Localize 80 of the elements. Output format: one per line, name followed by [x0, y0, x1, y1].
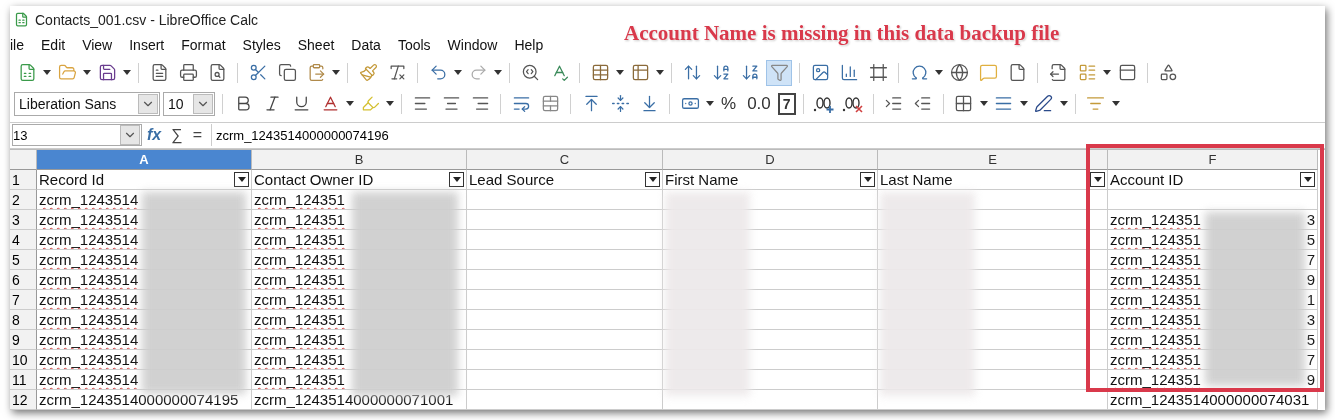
table-header: Lead Source	[469, 171, 555, 188]
row-number: 9	[10, 330, 37, 350]
number-format-button[interactable]: 0.0	[743, 90, 775, 117]
autofilter-icon[interactable]	[766, 59, 792, 86]
row-number: 10	[10, 350, 37, 370]
filter-dropdown-button[interactable]	[1090, 172, 1105, 187]
menu-item[interactable]: ile	[10, 37, 35, 54]
row-number: 8	[10, 310, 37, 330]
menu-item[interactable]: Data	[351, 37, 392, 54]
formula-input[interactable]: zcrm_1243514000000074196	[211, 124, 1325, 147]
caret-icon	[1303, 177, 1312, 182]
caret-icon	[452, 177, 461, 182]
row-number: 5	[10, 250, 37, 270]
caret-icon[interactable]	[1019, 100, 1028, 107]
caret-icon[interactable]	[83, 69, 91, 76]
caret-icon	[1093, 177, 1102, 182]
row-number: 1	[10, 170, 37, 190]
menu-item[interactable]: View	[82, 37, 124, 54]
caret-icon[interactable]	[123, 69, 131, 76]
filter-dropdown-button[interactable]	[234, 172, 249, 187]
column-header[interactable]: D	[663, 150, 878, 170]
row-number: 11	[10, 370, 37, 390]
row-number: 6	[10, 270, 37, 290]
menu-item[interactable]: Edit	[41, 37, 77, 54]
menu-item[interactable]: Styles	[242, 37, 292, 54]
formula-button[interactable]: fx	[142, 126, 167, 145]
menu-item[interactable]: Insert	[129, 37, 176, 54]
caret-icon[interactable]	[332, 69, 340, 76]
row-number: 3	[10, 210, 37, 230]
column-header[interactable]: C	[467, 150, 663, 170]
row-number: 7	[10, 290, 37, 310]
number-format-button[interactable]: %	[717, 90, 741, 117]
caret-icon[interactable]	[346, 100, 354, 107]
menu-item[interactable]: Tools	[397, 37, 442, 54]
row-number: 4	[10, 230, 37, 250]
row-number: 2	[10, 190, 37, 210]
caret-icon[interactable]	[979, 100, 988, 107]
font-size-field[interactable]: 10	[163, 91, 215, 116]
caret-icon[interactable]	[656, 69, 664, 76]
column-header[interactable]: A	[37, 150, 252, 170]
caret-icon[interactable]	[494, 69, 502, 76]
table-header: Account ID	[1110, 171, 1184, 188]
caret-icon[interactable]	[1111, 100, 1120, 107]
number-format-button[interactable]: 7	[777, 92, 796, 115]
formula-button[interactable]: ∑	[166, 126, 188, 145]
formula-button[interactable]: =	[187, 126, 207, 145]
caret-icon[interactable]	[454, 69, 462, 76]
column-header[interactable]: B	[252, 150, 467, 170]
name-box[interactable]: 13	[12, 124, 142, 147]
table-header: Last Name	[880, 171, 953, 188]
annotation-text: Account Name is missing in this data backup file	[624, 21, 1060, 46]
filter-dropdown-button[interactable]	[1300, 172, 1315, 187]
caret-icon	[863, 177, 872, 182]
menu-item[interactable]: Sheet	[297, 37, 346, 54]
filter-dropdown-button[interactable]	[645, 172, 660, 187]
filter-dropdown-button[interactable]	[860, 172, 875, 187]
window-title: Contacts_001.csv - LibreOffice Calc	[35, 11, 259, 28]
caret-icon[interactable]	[1059, 100, 1068, 107]
filter-dropdown-button[interactable]	[449, 172, 464, 187]
caret-icon[interactable]	[1103, 69, 1111, 76]
select-all-corner[interactable]	[10, 150, 37, 170]
column-header[interactable]: E	[878, 150, 1108, 170]
caret-icon[interactable]	[616, 69, 624, 76]
caret-icon[interactable]	[386, 100, 394, 107]
menu-item[interactable]: Format	[181, 37, 237, 54]
caret-icon[interactable]	[706, 100, 714, 107]
table-header: First Name	[665, 171, 739, 188]
column-header[interactable]: F	[1108, 150, 1318, 170]
table-cell: zcrm_1243514000000074031	[1108, 390, 1318, 410]
menu-item[interactable]: Window	[447, 37, 509, 54]
table-header: Contact Owner ID	[254, 171, 374, 188]
table-header: Record Id	[39, 171, 105, 188]
caret-icon	[237, 177, 246, 182]
caret-icon[interactable]	[43, 69, 51, 76]
app-icon	[14, 12, 29, 28]
font-name-field[interactable]: Liberation Sans	[14, 91, 160, 116]
caret-icon	[648, 177, 657, 182]
row-number: 12	[10, 390, 37, 410]
caret-icon[interactable]	[935, 69, 943, 76]
menu-item[interactable]: Help	[514, 37, 555, 54]
